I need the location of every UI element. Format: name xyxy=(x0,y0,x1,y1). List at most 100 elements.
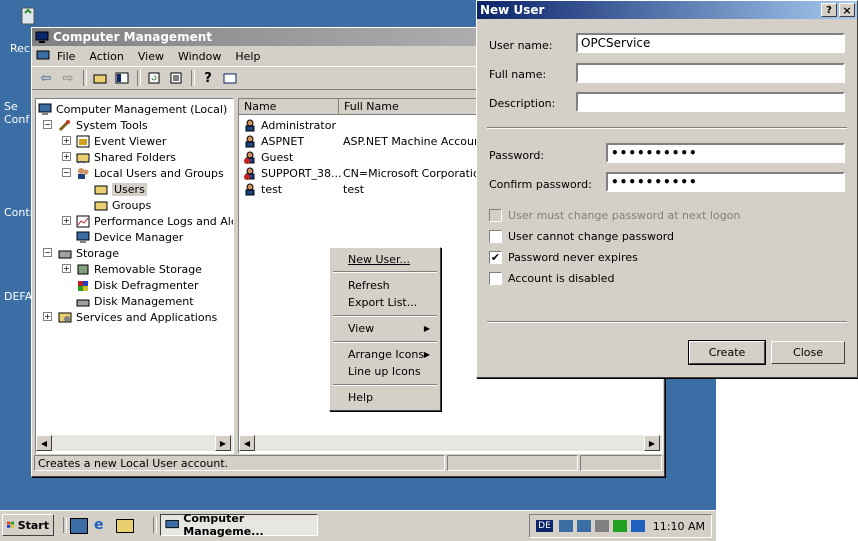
account-disabled-checkbox[interactable]: Account is disabled xyxy=(489,272,615,285)
tree-horizontal-scrollbar[interactable]: ◀ ▶ xyxy=(36,435,233,451)
disk-management-icon xyxy=(76,299,90,306)
computer-icon xyxy=(36,50,50,60)
desktop-icon-label: Contr xyxy=(4,206,35,219)
network-icon[interactable] xyxy=(558,520,573,532)
status-bar: Creates a new Local User account. xyxy=(34,454,662,472)
tree-item-services-applications[interactable]: Services and Applications xyxy=(58,309,217,325)
user-icon xyxy=(245,119,255,131)
scroll-left-icon[interactable]: ◀ xyxy=(36,435,52,451)
must-change-password-checkbox[interactable]: User must change password at next logon xyxy=(489,209,740,222)
help-button[interactable]: ? xyxy=(821,3,837,17)
expand-icon[interactable]: + xyxy=(62,216,71,225)
menu-action[interactable]: Action xyxy=(89,50,123,63)
expand-icon[interactable]: + xyxy=(62,264,71,273)
computer-management-icon xyxy=(38,103,52,115)
properties-icon[interactable] xyxy=(220,69,240,87)
scroll-left-icon[interactable]: ◀ xyxy=(239,435,255,451)
close-icon[interactable]: × xyxy=(839,3,855,17)
close-button[interactable]: Close xyxy=(771,341,845,364)
tree-item-computer-management[interactable]: Computer Management (Local) xyxy=(38,101,227,117)
column-header-name[interactable]: Name xyxy=(239,99,339,115)
expand-icon[interactable]: + xyxy=(62,136,71,145)
network-icon[interactable] xyxy=(576,520,591,532)
tree-item-groups[interactable]: Groups xyxy=(94,197,151,213)
menu-window[interactable]: Window xyxy=(178,50,221,63)
removable-storage-icon xyxy=(77,264,89,274)
expand-icon[interactable]: + xyxy=(43,312,52,321)
tree-item-performance-logs[interactable]: Performance Logs and Alerts xyxy=(76,213,233,229)
back-icon[interactable]: ⇦ xyxy=(36,69,56,87)
quick-launch-explorer-icon[interactable] xyxy=(116,519,134,533)
desktop-icon-security-config[interactable]: Se Conf xyxy=(4,100,34,126)
tree-item-disk-defragmenter[interactable]: Disk Defragmenter xyxy=(76,277,199,293)
update-icon[interactable] xyxy=(612,520,627,532)
description-field[interactable] xyxy=(576,92,845,112)
username-label: User name: xyxy=(489,39,553,52)
collapse-icon[interactable]: − xyxy=(43,248,52,257)
up-folder-icon[interactable] xyxy=(90,69,110,87)
password-never-expires-checkbox[interactable]: ✔ Password never expires xyxy=(489,251,638,264)
menu-item-export-list[interactable]: Export List... xyxy=(348,294,417,310)
clock[interactable]: 11:10 AM xyxy=(653,520,705,533)
users-icon xyxy=(78,167,89,179)
menu-item-new-user[interactable]: New User... xyxy=(348,251,410,267)
username-field[interactable]: OPCService xyxy=(576,33,845,53)
task-computer-management[interactable]: Computer Manageme... xyxy=(160,512,318,538)
create-button[interactable]: Create xyxy=(688,340,766,365)
table-row[interactable]: Guest xyxy=(243,149,293,165)
description-label: Description: xyxy=(489,97,556,110)
menu-item-refresh[interactable]: Refresh xyxy=(348,277,390,293)
tree-item-system-tools[interactable]: System Tools xyxy=(58,117,148,133)
tree-pane[interactable]: Computer Management (Local) − System Too… xyxy=(35,98,234,454)
list-horizontal-scrollbar[interactable]: ◀ ▶ xyxy=(239,435,662,451)
menu-item-line-up-icons[interactable]: Line up Icons xyxy=(348,363,421,379)
table-row[interactable]: Administrator xyxy=(243,117,336,133)
menu-item-arrange-icons[interactable]: Arrange Icons ▶ xyxy=(348,346,436,362)
desktop-icon-default[interactable]: DEFA xyxy=(4,290,32,303)
dialog-title-bar[interactable]: New User ? × xyxy=(477,1,857,19)
tree-item-shared-folders[interactable]: Shared Folders xyxy=(76,149,176,165)
menu-item-help[interactable]: Help xyxy=(348,389,373,405)
collapse-icon[interactable]: − xyxy=(43,120,52,129)
quick-launch-desktop-icon[interactable] xyxy=(70,518,88,534)
fullname-field[interactable] xyxy=(576,63,845,83)
tree-item-local-users-groups[interactable]: Local Users and Groups xyxy=(76,165,224,181)
taskbar-separator xyxy=(63,517,67,533)
help-icon[interactable]: ? xyxy=(198,69,218,87)
tools-icon xyxy=(58,119,70,131)
tree-item-disk-management[interactable]: Disk Management xyxy=(76,293,194,309)
checkmark-icon: ✔ xyxy=(489,251,502,264)
desktop-icon-control-panel[interactable]: Contr xyxy=(4,180,34,219)
menu-view[interactable]: View xyxy=(138,50,164,63)
tree-item-event-viewer[interactable]: Event Viewer xyxy=(76,133,166,149)
collapse-icon[interactable]: − xyxy=(62,168,71,177)
language-badge[interactable]: DE xyxy=(536,520,553,532)
tree-item-removable-storage[interactable]: Removable Storage xyxy=(76,261,202,277)
start-button[interactable]: Start xyxy=(2,514,54,536)
tree-item-device-manager[interactable]: Device Manager xyxy=(76,229,183,245)
new-user-dialog: New User ? × User name: OPCService Full … xyxy=(476,0,858,378)
menu-help[interactable]: Help xyxy=(235,50,260,63)
background-area xyxy=(716,377,858,540)
tree-item-storage[interactable]: Storage xyxy=(58,245,119,261)
menu-separator xyxy=(333,384,437,386)
menu-item-view[interactable]: View ▶ xyxy=(348,320,436,336)
checkbox-box xyxy=(489,209,502,222)
confirm-password-field[interactable]: •••••••••• xyxy=(606,172,845,192)
show-tree-icon[interactable] xyxy=(112,69,132,87)
desktop-icon-recycle-bin[interactable]: Rec xyxy=(10,4,46,55)
refresh-icon[interactable] xyxy=(144,69,164,87)
service-icon[interactable] xyxy=(594,520,609,532)
cannot-change-password-checkbox[interactable]: User cannot change password xyxy=(489,230,674,243)
menu-file[interactable]: File xyxy=(57,50,75,63)
quick-launch-ie-icon[interactable]: e xyxy=(94,517,104,533)
expand-icon[interactable]: + xyxy=(62,152,71,161)
divider xyxy=(487,127,847,129)
scroll-right-icon[interactable]: ▶ xyxy=(215,435,231,451)
export-list-icon[interactable] xyxy=(166,69,186,87)
shield-icon[interactable] xyxy=(630,520,645,532)
forward-icon[interactable]: ⇨ xyxy=(58,69,78,87)
password-field[interactable]: •••••••••• xyxy=(606,143,845,163)
tree-item-users[interactable]: Users xyxy=(94,181,147,197)
scroll-right-icon[interactable]: ▶ xyxy=(644,435,660,451)
